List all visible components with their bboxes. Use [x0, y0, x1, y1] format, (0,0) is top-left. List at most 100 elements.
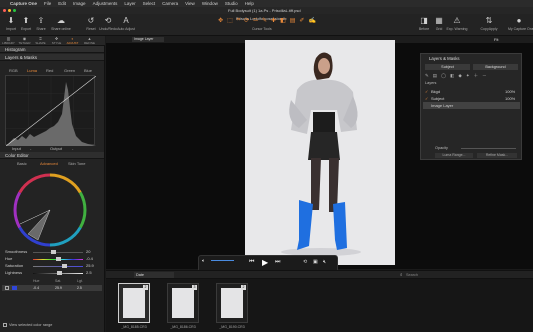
auto-adjust-button[interactable]: A Auto Adjust: [115, 16, 137, 31]
frame-icon[interactable]: ▣: [313, 259, 318, 265]
play-icon[interactable]: ▶: [262, 258, 268, 267]
layer-visibility-check[interactable]: ✓: [425, 89, 428, 94]
loop-icon[interactable]: ⟲: [303, 259, 307, 265]
mute-icon[interactable]: 🔇︎: [323, 259, 326, 265]
close-window-dot[interactable]: [3, 9, 6, 12]
gradient-mask-icon[interactable]: ▤: [433, 73, 437, 78]
menu-studio[interactable]: Studio: [225, 1, 238, 6]
thumbnail-image: [123, 288, 145, 318]
tool-tabs: ▥ LIBRARY ◉ TETHER ⌗ SHAPE ❖ STYLE ◐ ADJUST ▲…: [0, 36, 105, 46]
thumbnail-3[interactable]: 2: [216, 283, 248, 323]
layers-section-header[interactable]: Layers & Masks: [0, 54, 104, 61]
saturation-knob[interactable]: [61, 264, 67, 268]
tab-adjust[interactable]: ◐ ADJUST: [65, 37, 80, 46]
hue-knob[interactable]: [55, 257, 61, 261]
color-tab-skin-tone[interactable]: Skin Tone: [68, 161, 86, 166]
tab-library[interactable]: ▥ LIBRARY: [1, 37, 16, 46]
exposure-warning-button[interactable]: ⚠ Exp. Warning: [446, 16, 468, 31]
color-editor-title: Color Editor: [5, 152, 29, 158]
curve-tab-red[interactable]: Red: [46, 68, 53, 73]
radial-mask-icon[interactable]: ◯: [441, 73, 446, 78]
row-checkbox[interactable]: [5, 286, 9, 290]
share-button[interactable]: ⇪ Share: [30, 16, 52, 31]
curve-tab-green[interactable]: Green: [64, 68, 75, 73]
tab-refine[interactable]: ▲ REFINE: [82, 37, 97, 46]
menu-window[interactable]: Window: [202, 1, 218, 6]
tab-style[interactable]: ❖ STYLE: [49, 37, 64, 46]
layer-opacity: 100%: [505, 96, 516, 101]
output-label: Output: [50, 146, 63, 151]
eraser-tool-icon[interactable]: ◧: [280, 17, 286, 25]
picker-tool-icon[interactable]: ✐: [299, 17, 304, 25]
layer-dropdown[interactable]: Image Layer: [132, 37, 164, 42]
menu-view[interactable]: View: [185, 1, 195, 6]
subject-button[interactable]: Subject: [425, 64, 470, 70]
fill-mask-icon[interactable]: ◆: [458, 73, 461, 78]
background-button[interactable]: Background: [473, 64, 518, 70]
brush-mask-icon[interactable]: ✎: [425, 73, 429, 78]
zoom-window-dot[interactable]: [13, 9, 16, 12]
curve-tab-blue[interactable]: Blue: [84, 68, 92, 73]
refine-mask-button[interactable]: Refine Mask...: [477, 153, 517, 158]
color-wheel[interactable]: [10, 170, 90, 250]
menu-adjustments[interactable]: Adjustments: [93, 1, 118, 6]
thumbnail-2[interactable]: 3: [167, 283, 199, 323]
my-capture-one-button[interactable]: ● My Capture One: [508, 16, 533, 31]
color-editor-section-header[interactable]: Color Editor: [0, 152, 104, 159]
menu-layer[interactable]: Layer: [124, 1, 135, 6]
menu-camera[interactable]: Camera: [162, 1, 178, 6]
volume-icon[interactable]: 🔈︎: [202, 258, 205, 264]
menu-help[interactable]: Help: [245, 1, 254, 6]
opacity-slider[interactable]: [461, 148, 516, 149]
window-title-bar: Full Bodysuit (1) 1a.Ps - PriscillaL.tif…: [0, 7, 533, 14]
histogram-section-header[interactable]: Histogram: [0, 46, 104, 53]
brush-tool-icon[interactable]: ✎: [262, 17, 267, 25]
layer-row-subject[interactable]: ✓ Subject 100%: [423, 95, 520, 102]
annotate-tool-icon[interactable]: ✍: [308, 17, 315, 25]
thumbnail-1[interactable]: 2: [118, 283, 150, 323]
delete-layer-icon[interactable]: －: [482, 73, 487, 78]
gradient-tool-icon[interactable]: ▤: [290, 17, 296, 25]
color-tab-advanced[interactable]: Advanced: [40, 161, 58, 166]
browser-search-input[interactable]: Search: [406, 272, 526, 278]
add-layer-icon[interactable]: ＋: [474, 73, 479, 78]
refine-mask-icon[interactable]: ✦: [466, 73, 470, 78]
layer-row-bkgd[interactable]: ✓ Bkgd 100%: [423, 88, 520, 95]
pan-tool-icon[interactable]: ✥: [218, 17, 223, 25]
smoothness-knob[interactable]: [50, 250, 56, 254]
lightness-slider[interactable]: Lightness 2.5: [5, 269, 98, 277]
menu-select[interactable]: Select: [143, 1, 156, 6]
account-icon: ●: [516, 16, 522, 25]
menu-edit[interactable]: Edit: [58, 1, 66, 6]
curve-tab-luma[interactable]: Luma: [27, 68, 37, 73]
curve-graph[interactable]: [5, 75, 97, 147]
heal-tool-icon[interactable]: ✚: [271, 17, 276, 25]
select-tool-icon[interactable]: ⬚: [227, 17, 233, 25]
rewind-icon[interactable]: ⏮: [249, 259, 254, 266]
rotate-tool-icon[interactable]: ⟳: [244, 17, 249, 25]
warning-icon: ⚠: [453, 16, 461, 25]
color-list-row[interactable]: -0.4 25.9 2.5: [2, 285, 102, 291]
menu-app[interactable]: Capture One: [10, 1, 37, 6]
luma-range-button[interactable]: Luma Range...: [435, 153, 473, 158]
share-online-button[interactable]: ☁ Share online: [50, 16, 72, 31]
layer-visibility-check[interactable]: ✓: [425, 96, 428, 101]
sort-date-dropdown[interactable]: Date: [134, 272, 174, 278]
fit-label[interactable]: Fit: [494, 37, 498, 42]
color-tab-basic[interactable]: Basic: [17, 161, 27, 166]
forward-icon[interactable]: ⏭: [275, 259, 280, 266]
view-selected-color-range-checkbox[interactable]: [3, 323, 7, 327]
menu-file[interactable]: File: [44, 1, 51, 6]
crop-tool-icon[interactable]: ⌗: [237, 17, 240, 25]
layer-row-image-layer[interactable]: Image Layer: [423, 102, 520, 109]
keystone-tool-icon[interactable]: ⏢: [253, 17, 258, 25]
tab-tether[interactable]: ◉ TETHER: [17, 37, 32, 46]
tab-shape[interactable]: ⌗ SHAPE: [33, 37, 48, 46]
menu-image[interactable]: Image: [73, 1, 86, 6]
scrubber-track[interactable]: [211, 260, 234, 261]
erase-mask-icon[interactable]: ◧: [450, 73, 454, 78]
copy-apply-button[interactable]: ⇅ CopyApply: [478, 16, 500, 31]
curve-tab-rgb[interactable]: RGB: [9, 68, 18, 73]
lightness-knob[interactable]: [57, 271, 62, 275]
minimize-window-dot[interactable]: [8, 9, 11, 12]
